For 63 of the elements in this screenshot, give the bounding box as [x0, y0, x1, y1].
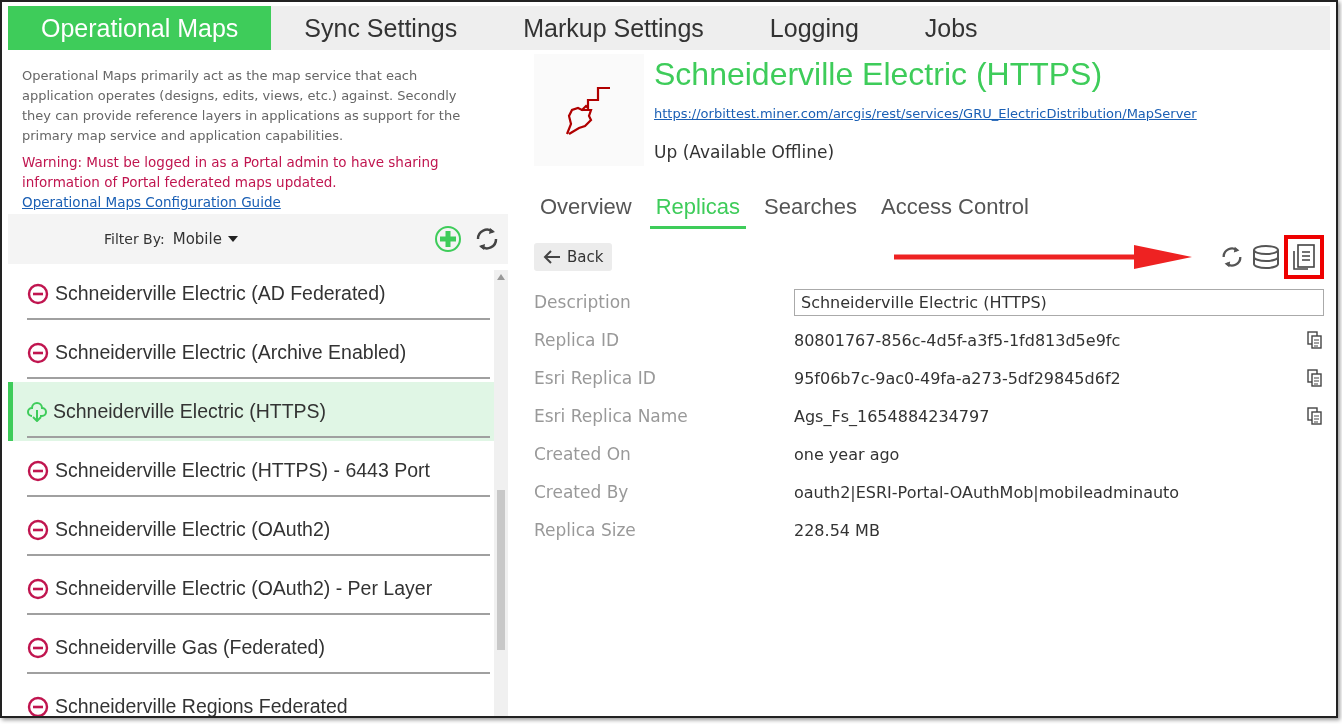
nav-tab[interactable]: Sync Settings	[271, 6, 491, 50]
map-list-item[interactable]: Schneiderville Electric (Archive Enabled)	[8, 323, 494, 382]
refresh-button[interactable]	[474, 225, 500, 253]
map-list-item[interactable]: Schneiderville Gas (Federated)	[8, 618, 494, 677]
map-list-item[interactable]: Schneiderville Electric (OAuth2)	[8, 500, 494, 559]
back-button[interactable]: Back	[534, 243, 613, 271]
map-list-item[interactable]: Schneiderville Electric (OAuth2) - Per Layer	[8, 559, 494, 618]
field-value: Ags_Fs_1654884234797	[794, 406, 991, 426]
sync-button[interactable]	[1220, 244, 1244, 270]
map-name: Schneiderville Electric (OAuth2)	[55, 518, 331, 541]
field-value: 228.54 MB	[794, 520, 881, 540]
copy-button[interactable]	[1306, 369, 1324, 387]
minus-circle-icon	[27, 636, 49, 659]
detail-tab[interactable]: Searches	[758, 190, 863, 229]
map-status: Up (Available Offline)	[654, 142, 836, 162]
field-label: Created On	[534, 444, 632, 464]
map-name: Schneiderville Electric (Archive Enabled)	[55, 341, 407, 364]
scrollbar[interactable]	[494, 270, 508, 716]
map-list-item[interactable]: Schneiderville Electric (AD Federated)	[8, 264, 494, 323]
detail-tab[interactable]: Access Control	[875, 190, 1035, 229]
field-value: 80801767-856c-4d5f-a3f5-1fd813d5e9fc	[794, 330, 1122, 350]
minus-circle-icon	[27, 459, 49, 482]
scroll-thumb[interactable]	[497, 490, 505, 650]
map-name: Schneiderville Electric (HTTPS) - 6443 Port	[55, 459, 430, 482]
field-label: Replica Size	[534, 520, 637, 540]
cloud-download-icon	[27, 401, 47, 422]
minus-circle-icon	[27, 341, 49, 364]
document-button[interactable]	[1292, 243, 1316, 271]
filter-label: Filter By:	[104, 231, 165, 247]
field-label: Esri Replica ID	[534, 368, 657, 388]
map-name: Schneiderville Electric (AD Federated)	[55, 282, 386, 305]
warning-text: Warning: Must be logged in as a Portal admin to have sharing information of Portal federated maps updated.	[21, 153, 440, 192]
copy-button[interactable]	[1306, 331, 1324, 349]
map-name: Schneiderville Electric (HTTPS)	[53, 400, 327, 423]
nav-tab[interactable]: Jobs	[891, 6, 1011, 50]
map-outline-drawing	[565, 84, 613, 136]
detail-tab[interactable]: Overview	[534, 190, 638, 229]
minus-circle-icon	[27, 518, 49, 541]
guide-link[interactable]: Operational Maps Configuration Guide	[8, 192, 508, 212]
field-label: Replica ID	[534, 330, 621, 350]
copy-button[interactable]	[1306, 407, 1324, 425]
filter-dropdown[interactable]: Mobile	[172, 230, 238, 248]
nav-tab[interactable]: Logging	[736, 6, 892, 50]
field-label: Created By	[534, 482, 630, 502]
map-name: Schneiderville Electric (OAuth2) - Per Layer	[55, 577, 433, 600]
map-list-item[interactable]: Schneiderville Electric (HTTPS)	[8, 382, 494, 441]
map-list-item[interactable]: Schneiderville Electric (HTTPS) - 6443 Port	[8, 441, 494, 500]
intro-text: Operational Maps primarily act as the map service that each application operates (designs, edits, views, etc.) against. Secondly they can provide reference layers in applications as support for the primary map service and application capabilities.	[21, 67, 462, 145]
field-value: 95f06b7c-9ac0-49fa-a273-5df29845d6f2	[794, 368, 1122, 388]
field-value: one year ago	[794, 444, 901, 464]
caret-icon	[227, 236, 238, 242]
minus-circle-icon	[27, 577, 49, 600]
field-label: Description	[534, 292, 632, 312]
field-value: oauth2|ESRI-Portal-OAuthMob|mobileadminauto	[794, 482, 1181, 502]
arrow-left-icon	[543, 250, 561, 264]
nav-tab[interactable]: Markup Settings	[490, 6, 737, 50]
field-label: Esri Replica Name	[534, 406, 689, 426]
map-name: Schneiderville Gas (Federated)	[55, 636, 325, 659]
service-url-link[interactable]: https://orbittest.miner.com/arcgis/rest/services/GRU_ElectricDistribution/MapServer	[654, 106, 1197, 121]
map-title: Schneiderville Electric (HTTPS)	[654, 56, 1104, 93]
description-field[interactable]: Schneiderville Electric (HTTPS)	[794, 288, 1324, 316]
minus-circle-icon	[27, 282, 49, 305]
database-button[interactable]	[1252, 245, 1280, 269]
